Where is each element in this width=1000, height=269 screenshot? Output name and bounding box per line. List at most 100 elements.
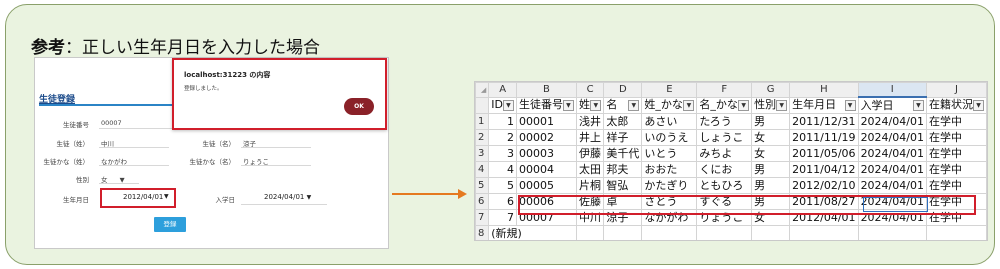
table-cell[interactable]: 井上 [575, 129, 605, 146]
ok-button[interactable]: OK [344, 98, 374, 115]
row-header[interactable]: 5 [475, 177, 490, 194]
column-header-f[interactable]: F [696, 82, 753, 98]
row-header[interactable]: 2 [475, 129, 490, 146]
column-header-c[interactable]: C [575, 82, 605, 98]
table-cell[interactable] [696, 225, 753, 240]
table-cell[interactable]: 男 [751, 177, 791, 194]
table-cell[interactable]: 2 [488, 129, 517, 146]
table-cell[interactable]: 祥子 [603, 129, 643, 146]
table-cell[interactable]: おおた [641, 161, 698, 178]
table-cell[interactable]: しょうこ [696, 129, 753, 146]
table-cell[interactable]: たろう [696, 113, 753, 130]
column-header-g[interactable]: G [751, 82, 791, 98]
table-cell[interactable]: 太田 [575, 161, 605, 178]
table-cell[interactable] [925, 225, 987, 240]
table-cell[interactable]: 00001 [515, 113, 577, 130]
table-cell[interactable]: みちよ [696, 145, 753, 162]
table-cell[interactable]: 2024/04/01 [857, 177, 927, 194]
table-cell[interactable]: 2024/04/01 [857, 129, 927, 146]
filter-dropdown-icon[interactable]: ▼ [628, 99, 640, 111]
field-header[interactable]: 入学日 ▼ [857, 96, 927, 114]
field-header[interactable]: 名_かな ▼ [696, 96, 753, 114]
filter-dropdown-icon[interactable]: ▼ [590, 99, 602, 111]
table-cell[interactable]: 2012/02/10 [789, 177, 859, 194]
field-header[interactable]: 姓 ▼ [575, 96, 605, 114]
table-cell[interactable]: 2024/04/01 [857, 161, 927, 178]
column-header-b[interactable]: B [515, 82, 577, 98]
new-record-label[interactable]: (新規) [488, 225, 577, 240]
column-header-i[interactable]: I [857, 82, 927, 98]
table-cell[interactable]: 2011/12/31 [789, 113, 859, 130]
table-cell[interactable]: 2024/04/01 [857, 113, 927, 130]
table-cell[interactable]: 3 [488, 145, 517, 162]
filter-dropdown-icon[interactable]: ▼ [973, 99, 984, 111]
row-header[interactable]: 3 [475, 145, 490, 162]
row-header[interactable]: 7 [475, 209, 490, 226]
field-header[interactable]: ID ▼ [488, 96, 517, 114]
column-header-a[interactable]: A [488, 82, 517, 98]
table-cell[interactable]: 女 [751, 145, 791, 162]
table-cell[interactable]: いのうえ [641, 129, 698, 146]
table-cell[interactable]: 伊藤 [575, 145, 605, 162]
table-cell[interactable]: 邦夫 [603, 161, 643, 178]
table-cell[interactable]: 5 [488, 177, 517, 194]
table-cell[interactable]: 在学中 [925, 177, 987, 194]
select-all-corner[interactable]: ◢ [475, 82, 490, 98]
birth-date-input[interactable]: 2012/04/01 ▼ [100, 188, 176, 208]
filter-dropdown-icon[interactable]: ▼ [912, 100, 924, 111]
table-cell[interactable]: 2011/05/06 [789, 145, 859, 162]
row-header[interactable]: 6 [475, 193, 490, 210]
row-header[interactable]: 8 [475, 225, 490, 240]
table-cell[interactable]: 2011/11/19 [789, 129, 859, 146]
admission-date-input[interactable]: 2024/04/01 ▼ [264, 193, 311, 201]
filter-dropdown-icon[interactable]: ▼ [502, 99, 514, 111]
table-cell[interactable]: 在学中 [925, 145, 987, 162]
table-cell[interactable]: くにお [696, 161, 753, 178]
table-cell[interactable]: 浅井 [575, 113, 605, 130]
table-cell[interactable]: 男 [751, 113, 791, 130]
table-cell[interactable]: いとう [641, 145, 698, 162]
student-no-field[interactable]: 00007 [101, 119, 122, 127]
table-cell[interactable]: 00005 [515, 177, 577, 194]
register-button[interactable]: 登録 [154, 217, 186, 232]
table-cell[interactable] [789, 225, 859, 240]
table-cell[interactable]: 00002 [515, 129, 577, 146]
filter-dropdown-icon[interactable]: ▼ [683, 99, 695, 111]
field-header[interactable]: 姓_かな ▼ [641, 96, 698, 114]
field-header[interactable]: 在籍状況 ▼ [925, 96, 987, 114]
table-cell[interactable]: 4 [488, 161, 517, 178]
field-header[interactable]: 生年月日 ▼ [789, 96, 859, 114]
table-cell[interactable]: かたぎり [641, 177, 698, 194]
table-cell[interactable]: 男 [751, 161, 791, 178]
table-cell[interactable] [857, 225, 927, 240]
filter-dropdown-icon[interactable]: ▼ [562, 99, 574, 111]
table-cell[interactable]: 在学中 [925, 113, 987, 130]
row-header[interactable]: 4 [475, 161, 490, 178]
filter-dropdown-icon[interactable]: ▼ [738, 99, 750, 111]
table-cell[interactable]: ともひろ [696, 177, 753, 194]
table-cell[interactable] [751, 225, 791, 240]
table-cell[interactable]: 智弘 [603, 177, 643, 194]
table-cell[interactable]: あさい [641, 113, 698, 130]
table-cell[interactable]: 2024/04/01 [857, 145, 927, 162]
table-cell[interactable]: 00003 [515, 145, 577, 162]
field-header[interactable]: 名 ▼ [603, 96, 643, 114]
column-header-d[interactable]: D [603, 82, 643, 98]
table-cell[interactable]: 2011/04/12 [789, 161, 859, 178]
table-cell[interactable]: 太郎 [603, 113, 643, 130]
row-header[interactable]: 1 [475, 113, 490, 130]
column-header-h[interactable]: H [789, 82, 859, 98]
filter-dropdown-icon[interactable]: ▼ [844, 99, 856, 111]
table-cell[interactable]: 7 [488, 209, 517, 226]
column-header-e[interactable]: E [641, 82, 698, 98]
table-cell[interactable] [641, 225, 698, 240]
table-cell[interactable]: 美千代 [603, 145, 643, 162]
table-cell[interactable]: 片桐 [575, 177, 605, 194]
column-header-j[interactable]: J [925, 82, 987, 98]
field-header[interactable]: 生徒番号 ▼ [515, 96, 577, 114]
table-cell[interactable]: 在学中 [925, 129, 987, 146]
table-cell[interactable] [603, 225, 643, 240]
table-cell[interactable]: 6 [488, 193, 517, 210]
table-cell[interactable]: 00004 [515, 161, 577, 178]
filter-dropdown-icon[interactable]: ▼ [776, 99, 788, 111]
